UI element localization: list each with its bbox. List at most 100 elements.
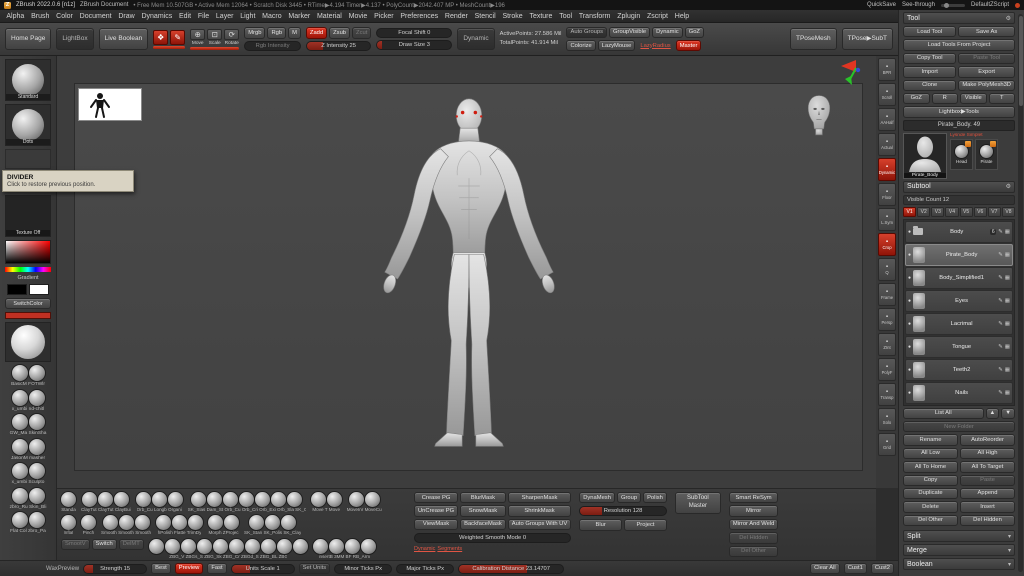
rgb-intensity-slider[interactable]: Rgb Intensity (244, 41, 301, 51)
brush-thumb[interactable] (265, 515, 280, 530)
menu-item[interactable]: Zplugin (614, 13, 644, 20)
subtool-action-button[interactable]: All To Target (960, 461, 1015, 472)
brush-thumb[interactable] (223, 492, 238, 507)
brush-thumb[interactable] (349, 492, 364, 507)
transform-tool-button[interactable]: ⟳ Rotate (224, 29, 239, 46)
menu-item[interactable]: Macro (259, 13, 285, 20)
brush-thumb[interactable] (224, 515, 239, 530)
menu-item[interactable]: Zscript (644, 13, 672, 20)
shelf-icon-button[interactable]: ▪ Transp (878, 383, 896, 406)
visibility-tab[interactable]: V8 (1002, 207, 1015, 217)
brush-thumb[interactable] (98, 492, 113, 507)
polyframe-icon[interactable]: ▦ (1005, 367, 1010, 373)
tool-action-button[interactable]: Save As (958, 26, 1015, 37)
brush-thumb[interactable] (365, 492, 380, 507)
polyframe-icon[interactable]: ▦ (1005, 321, 1010, 327)
preview-render-button[interactable]: Preview (175, 563, 204, 574)
subtool-action-button[interactable]: Rename (903, 434, 958, 445)
shelf-button[interactable]: Master (676, 40, 702, 51)
subtool-action-button[interactable]: Append (960, 488, 1015, 499)
menu-item[interactable]: Layer (213, 13, 237, 20)
subtool-item[interactable]: ● Eyes ✎ ▦ (905, 290, 1013, 312)
mask-button[interactable]: ShrinkMask (508, 505, 571, 516)
polyframe-icon[interactable]: ▦ (1005, 344, 1010, 350)
menu-item[interactable]: Transform (575, 13, 613, 20)
menu-item[interactable]: Preferences (397, 13, 442, 20)
tpose-subt-button[interactable]: TPose▶SubT (842, 28, 893, 49)
tool-action-button[interactable]: Load Tool (903, 26, 956, 37)
menu-item[interactable]: Brush (28, 13, 53, 20)
brush-thumb[interactable] (168, 492, 183, 507)
clear-all-button[interactable]: Clear All (810, 563, 840, 574)
tool-action-button[interactable]: Paste Tool (958, 53, 1015, 64)
subtool-action-button[interactable]: Duplicate (903, 488, 958, 499)
eye-icon[interactable]: ● (908, 275, 911, 281)
fast-render-button[interactable]: Fast (207, 563, 226, 574)
material-thumbnail[interactable] (5, 322, 51, 362)
material-sphere[interactable] (29, 463, 45, 479)
paint-mode-button[interactable]: M (288, 27, 301, 38)
draw-size-slider[interactable]: Draw Size 3 (376, 40, 452, 50)
default-zscript-button[interactable]: DefaultZScript (971, 2, 1009, 8)
mask-button[interactable]: SnowMask (460, 505, 506, 516)
tool-action-button[interactable]: Copy Tool (903, 53, 956, 64)
pen-icon[interactable]: ✎ (998, 252, 1003, 258)
brush-thumb[interactable] (165, 539, 180, 554)
shelf-icon-button[interactable]: ▪ L.Sym (878, 208, 896, 231)
brush-thumb[interactable] (281, 515, 296, 530)
polyframe-icon[interactable]: ▦ (1005, 252, 1010, 258)
brush-option-button[interactable]: SmootV (61, 539, 90, 550)
brush-thumb[interactable] (81, 515, 96, 530)
section-header[interactable]: Boolean ▾ (903, 558, 1015, 570)
blur-button[interactable]: Blur (579, 519, 622, 530)
material-pair[interactable]: x_umbi Sculpto (3, 463, 53, 486)
dynamic-draw-size-button[interactable]: Dynamic (457, 28, 494, 49)
visibility-tab[interactable]: V6 (974, 207, 987, 217)
subtool-item[interactable]: ● Nails ✎ ▦ (905, 382, 1013, 404)
brush-thumb[interactable] (136, 492, 151, 507)
tool-small-button[interactable]: T (989, 93, 1016, 104)
shelf-icon-button[interactable]: ▪ Actual (878, 133, 896, 156)
subtool-action-button[interactable]: Delete (903, 501, 958, 512)
symmetry-button[interactable]: Mirror (729, 505, 778, 516)
best-render-button[interactable]: Best (151, 563, 171, 574)
shelf-icon-button[interactable]: ▪ BPR (878, 58, 896, 81)
polish-button[interactable]: Polish (643, 492, 667, 503)
tool-action-button[interactable]: Clone (903, 80, 956, 91)
mask-button[interactable]: BlurMask (460, 492, 506, 503)
pen-icon[interactable]: ✎ (998, 367, 1003, 373)
edit-object-icon[interactable]: ❖ (153, 30, 168, 45)
list-all-button[interactable]: List All (903, 408, 984, 419)
section-header[interactable]: Split ▾ (903, 530, 1015, 542)
subtool-item[interactable]: ● Body 6 ✎ ▦ (905, 221, 1013, 243)
set-units-button[interactable]: Set Units (299, 563, 331, 574)
eye-icon[interactable]: ● (908, 229, 911, 235)
mask-button[interactable]: SharpenMask (508, 492, 571, 503)
pen-icon[interactable]: ✎ (998, 229, 1003, 235)
material-sphere[interactable] (12, 365, 28, 381)
material-sphere[interactable] (12, 512, 28, 528)
red-link[interactable]: Segments (437, 546, 462, 552)
brush-thumbnail-dots[interactable]: Dots (5, 104, 51, 146)
z-intensity-slider[interactable]: Z Intensity 25 (306, 41, 371, 51)
brush-option-button[interactable]: DelMT (119, 539, 144, 550)
menu-item[interactable]: Material (314, 13, 346, 20)
visibility-tab[interactable]: V7 (988, 207, 1001, 217)
brush-thumb[interactable] (82, 492, 97, 507)
tool-small-button[interactable]: GoZ (903, 93, 930, 104)
menu-item[interactable]: Movie (345, 13, 370, 20)
wax-preview-button[interactable]: WaxPreview (46, 566, 79, 572)
brush-thumb[interactable] (149, 539, 164, 554)
brush-thumb[interactable] (61, 515, 76, 530)
shelf-icon-button[interactable]: ▪ Solo (878, 408, 896, 431)
empty-slot[interactable] (5, 149, 51, 169)
brush-thumb[interactable] (229, 539, 244, 554)
shelf-icon-button[interactable]: ▪ Scroll (878, 83, 896, 106)
mask-button[interactable]: ViewMask (414, 519, 458, 530)
draw-pointer-icon[interactable]: ✎ (170, 30, 185, 45)
visibility-tab[interactable]: V3 (931, 207, 944, 217)
material-sphere[interactable] (29, 488, 45, 504)
shelf-icon-button[interactable]: ▪ Persp (878, 308, 896, 331)
sculpt-mode-button[interactable]: Zcut (352, 27, 371, 38)
brush-thumb[interactable] (313, 539, 328, 554)
